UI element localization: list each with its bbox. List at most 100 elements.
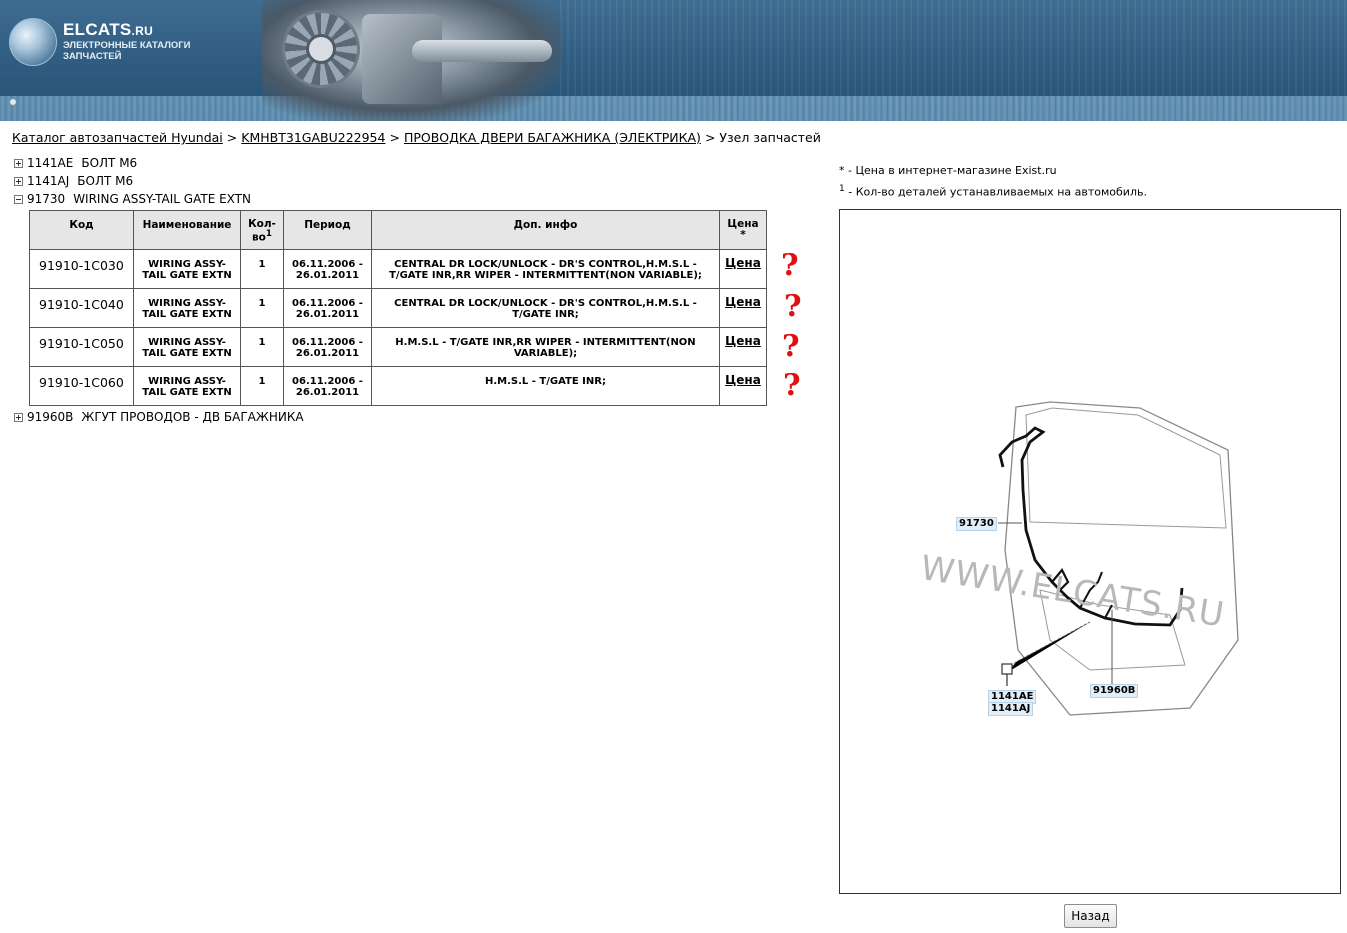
period-start: 06.11.2006 - [292, 298, 363, 309]
part-code[interactable]: 91910-1C030 [29, 249, 134, 289]
part-name-line1: WIRING ASSY- [148, 298, 226, 309]
home-dot-icon[interactable] [9, 98, 17, 106]
part-name: WIRING ASSY- TAIL GATE EXTN [133, 366, 241, 406]
period-end: 26.01.2011 [295, 387, 360, 398]
part-price: Цена [719, 366, 767, 406]
column-header-info: Доп. инфо [371, 210, 720, 250]
tree-node-code: 91730 [27, 192, 66, 206]
part-info-line1: H.M.S.L - T/GATE INR; [485, 376, 606, 387]
tree-node-1141aj[interactable]: 1141AJ БОЛТ M6 [14, 174, 133, 188]
period-start: 06.11.2006 - [292, 376, 363, 387]
breadcrumb-separator: > [226, 130, 238, 145]
engine-banner-image [262, 0, 562, 121]
part-info: CENTRAL DR LOCK/UNLOCK - DR'S CONTROL,H.… [371, 249, 720, 289]
period-end: 26.01.2011 [295, 270, 360, 281]
part-name-line2: TAIL GATE EXTN [142, 348, 232, 359]
part-period: 06.11.2006 -26.01.2011 [283, 288, 372, 328]
price-link[interactable]: Цена [725, 256, 761, 270]
qty-footnote-text: - Кол-во деталей устанавливаемых на авто… [844, 185, 1147, 199]
part-info-line2: VARIABLE); [513, 348, 578, 359]
part-price: Цена [719, 327, 767, 367]
period-start: 06.11.2006 - [292, 337, 363, 348]
red-question-mark-annotation: ? [782, 329, 800, 364]
table-header-row: Код Наименование Кол-во1 Период Доп. инф… [29, 210, 767, 250]
part-info-line1: CENTRAL DR LOCK/UNLOCK - DR'S CONTROL,H.… [394, 259, 697, 270]
breadcrumb-current: Узел запчастей [719, 130, 821, 145]
part-info: H.M.S.L - T/GATE INR; [371, 366, 720, 406]
globe-logo-icon[interactable] [9, 18, 57, 66]
qty-header-sup: 1 [265, 229, 272, 239]
part-name-line1: WIRING ASSY- [148, 337, 226, 348]
part-period: 06.11.2006 -26.01.2011 [283, 327, 372, 367]
column-header-price: Цена * [719, 210, 767, 250]
collapse-minus-icon[interactable] [14, 194, 23, 204]
tree-node-91730[interactable]: 91730 WIRING ASSY-TAIL GATE EXTN [14, 192, 251, 206]
logo-title[interactable]: ELCATS.RU [63, 20, 153, 40]
callout-1141aj[interactable]: 1141AJ [988, 702, 1034, 716]
logo-subtitle-line1: ЭЛЕКТРОННЫЕ КАТАЛОГИ [63, 40, 191, 51]
period-end: 26.01.2011 [295, 309, 360, 320]
table-row: 91910-1C040 WIRING ASSY- TAIL GATE EXTN 1… [29, 288, 767, 328]
engine-pipe-graphic [412, 40, 552, 62]
part-code[interactable]: 91910-1C050 [29, 327, 134, 367]
expand-plus-icon[interactable] [14, 412, 23, 422]
table-row: 91910-1C060 WIRING ASSY- TAIL GATE EXTN 1… [29, 366, 767, 406]
part-period: 06.11.2006 -26.01.2011 [283, 366, 372, 406]
table-row: 91910-1C030 WIRING ASSY- TAIL GATE EXTN 1… [29, 249, 767, 289]
expand-plus-icon[interactable] [14, 158, 23, 168]
tree-node-code: 91960B [27, 410, 74, 424]
part-name: WIRING ASSY- TAIL GATE EXTN [133, 327, 241, 367]
breadcrumb-separator: > [389, 130, 400, 145]
part-name-line2: TAIL GATE EXTN [142, 387, 232, 398]
red-question-mark-annotation: ? [781, 248, 799, 283]
part-name: WIRING ASSY- TAIL GATE EXTN [133, 249, 241, 289]
part-info-line1: CENTRAL DR LOCK/UNLOCK - DR'S CONTROL,H.… [394, 298, 697, 309]
table-row: 91910-1C050 WIRING ASSY- TAIL GATE EXTN 1… [29, 327, 767, 367]
part-info-line1: H.M.S.L - T/GATE INR,RR WIPER - INTERMIT… [395, 337, 696, 348]
qty-footnote: 1 - Кол-во деталей устанавливаемых на ав… [839, 184, 1147, 199]
breadcrumb-vin-link[interactable]: KMHBT31GABU222954 [241, 130, 385, 145]
part-price: Цена [719, 249, 767, 289]
callout-91730[interactable]: 91730 [956, 517, 997, 531]
tree-node-91960b[interactable]: 91960B ЖГУТ ПРОВОДОВ - ДВ БАГАЖНИКА [14, 410, 304, 424]
breadcrumb: Каталог автозапчастей Hyundai > KMHBT31GAB… [12, 130, 821, 145]
breadcrumb-separator: > [704, 130, 716, 145]
price-link[interactable]: Цена [725, 295, 761, 309]
site-header: ELCATS.RU ЭЛЕКТРОННЫЕ КАТАЛОГИ ЗАПЧАСТЕЙ [0, 0, 1347, 121]
part-name: WIRING ASSY- TAIL GATE EXTN [133, 288, 241, 328]
part-qty: 1 [240, 327, 284, 367]
part-info-line2: T/GATE INR; [512, 309, 579, 320]
breadcrumb-group-link[interactable]: ПРОВОДКА ДВЕРИ БАГАЖНИКА (ЭЛЕКТРИКА) [404, 130, 701, 145]
part-name-line1: WIRING ASSY- [148, 259, 226, 270]
part-name-line1: WIRING ASSY- [148, 376, 226, 387]
tree-node-code: 1141AE [27, 156, 74, 170]
tree-node-code: 1141AJ [27, 174, 70, 188]
tree-node-name: WIRING ASSY-TAIL GATE EXTN [73, 192, 251, 206]
breadcrumb-catalog-link[interactable]: Каталог автозапчастей Hyundai [12, 130, 223, 145]
column-header-period: Период [283, 210, 372, 250]
red-question-mark-annotation: ? [784, 289, 802, 324]
part-qty: 1 [240, 288, 284, 328]
part-info: H.M.S.L - T/GATE INR,RR WIPER - INTERMIT… [371, 327, 720, 367]
tree-node-1141ae[interactable]: 1141AE БОЛТ M6 [14, 156, 137, 170]
column-header-qty: Кол-во1 [240, 210, 284, 250]
logo-domain-text: .RU [131, 24, 154, 38]
price-link[interactable]: Цена [725, 373, 761, 387]
qty-header-line2: во [252, 231, 266, 244]
column-header-code: Код [29, 210, 134, 250]
part-name-line2: TAIL GATE EXTN [142, 270, 232, 281]
parts-diagram[interactable]: WWW.ELCATS.RU 91730 1141AE 1141AJ 91960B [839, 209, 1341, 894]
logo-title-text: ELCATS [63, 20, 132, 39]
expand-plus-icon[interactable] [14, 176, 23, 186]
tree-node-name: БОЛТ M6 [77, 174, 134, 188]
part-info: CENTRAL DR LOCK/UNLOCK - DR'S CONTROL,H.… [371, 288, 720, 328]
callout-91960b[interactable]: 91960B [1090, 684, 1139, 698]
price-link[interactable]: Цена [725, 334, 761, 348]
part-code[interactable]: 91910-1C060 [29, 366, 134, 406]
tailgate-drawing [998, 401, 1239, 716]
part-code[interactable]: 91910-1C040 [29, 288, 134, 328]
back-button[interactable]: Назад [1064, 904, 1117, 928]
header-stripe [0, 96, 1347, 121]
part-period: 06.11.2006 -26.01.2011 [283, 249, 372, 289]
column-header-name: Наименование [133, 210, 241, 250]
